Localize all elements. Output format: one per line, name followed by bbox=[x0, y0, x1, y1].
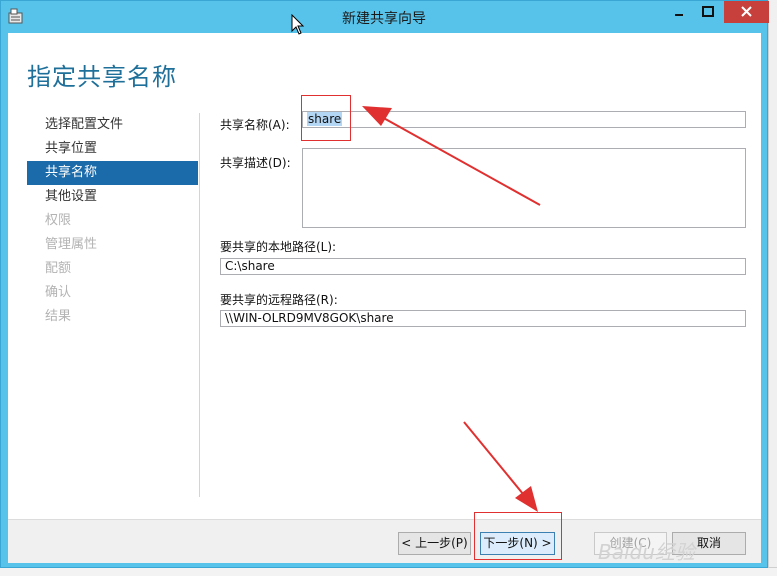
arrow-to-next-button bbox=[463, 421, 538, 512]
arrow-to-share-name bbox=[362, 106, 541, 206]
annotation-arrows bbox=[362, 106, 541, 512]
mouse-cursor-icon bbox=[291, 14, 305, 35]
